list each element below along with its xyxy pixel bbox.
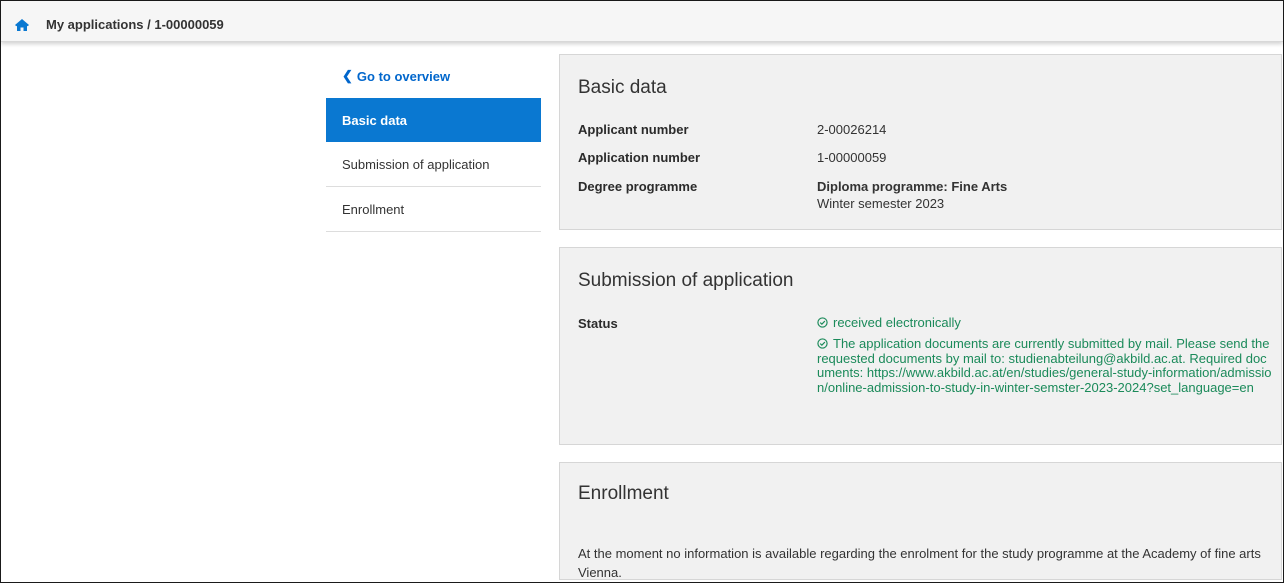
top-bar: My applications / 1-00000059 <box>1 1 1283 42</box>
application-number-label: Application number <box>578 150 701 165</box>
semester-value: Winter semester 2023 <box>817 196 945 211</box>
enrollment-title: Enrollment <box>578 483 669 504</box>
side-navigation: ❮ Go to overview Basic data Submission o… <box>326 54 541 232</box>
go-to-overview-label: Go to overview <box>356 68 451 84</box>
enrollment-message: At the moment no information is availabl… <box>578 546 1261 580</box>
applicant-number-value: 2-00026214 <box>817 122 887 137</box>
chevron-left-icon: ❮ <box>342 68 353 83</box>
applicant-number-label: Applicant number <box>578 122 689 137</box>
check-circle-icon <box>817 317 828 328</box>
breadcrumb: My applications / 1-00000059 <box>46 17 224 32</box>
status-message: The application documents are currently … <box>817 336 1272 395</box>
application-number-value: 1-00000059 <box>817 150 887 165</box>
degree-programme-label: Degree programme <box>578 179 698 194</box>
go-to-overview-link[interactable]: ❮ Go to overview <box>326 54 541 98</box>
sidebar-item-label: Enrollment <box>342 201 405 217</box>
check-circle-icon <box>817 338 828 349</box>
status-label: Status <box>578 316 618 331</box>
status-received-text: received electronically <box>833 315 961 330</box>
submission-panel: Submission of application Status receive… <box>559 247 1282 445</box>
degree-programme-value: Diploma programme: Fine Arts <box>817 179 1008 194</box>
basic-data-title: Basic data <box>578 77 667 98</box>
sidebar-item-label: Submission of application <box>342 156 490 172</box>
status-received: received electronically <box>817 315 1272 331</box>
sidebar-item-submission[interactable]: Submission of application <box>326 142 541 187</box>
submission-title: Submission of application <box>578 270 794 291</box>
home-icon[interactable] <box>14 18 30 32</box>
status-message-text: The application documents are currently … <box>817 336 1272 395</box>
sidebar-item-label: Basic data <box>342 112 408 128</box>
enrollment-panel: Enrollment At the moment no information … <box>559 462 1282 580</box>
sidebar-item-enrollment[interactable]: Enrollment <box>326 187 541 232</box>
sidebar-item-basic-data[interactable]: Basic data <box>326 98 541 142</box>
basic-data-panel: Basic data Applicant number 2-00026214 A… <box>559 54 1282 230</box>
